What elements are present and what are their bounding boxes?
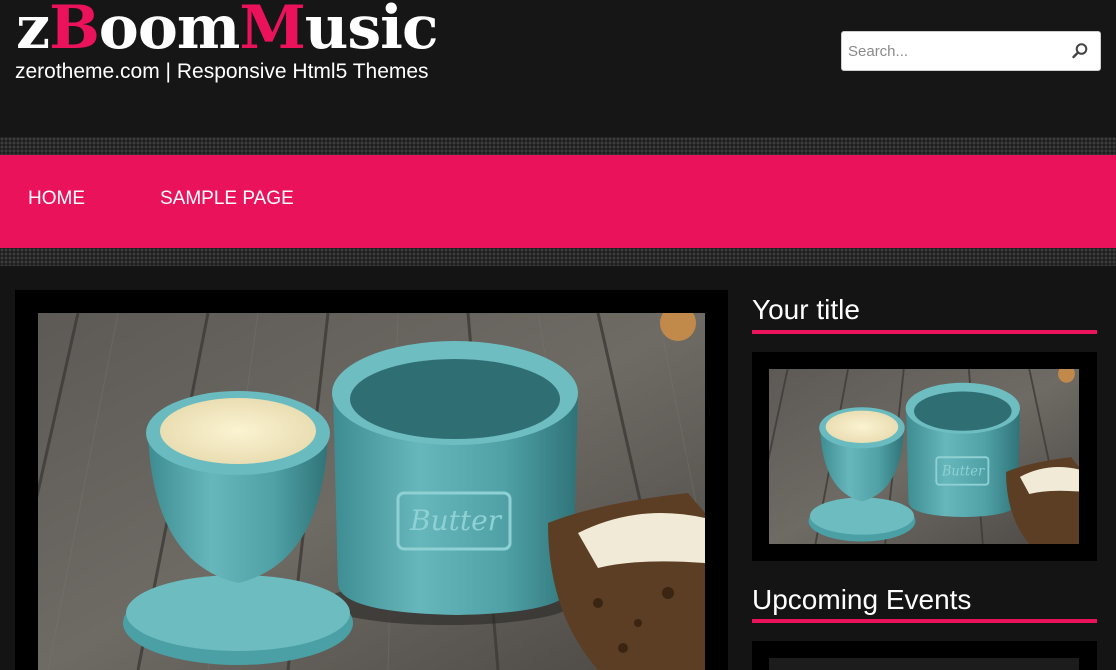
sidebar-events-title: Upcoming Events [752,584,972,615]
logo-letters-oom: oom [98,0,241,63]
sidebar-widget-title: Your title [752,294,860,325]
search-input[interactable] [842,32,1074,70]
search-box [841,31,1101,71]
sidebar-image[interactable]: Butter [769,369,1079,544]
logo-letter-m: M [239,0,305,63]
site-header: zBoomMusic zerotheme.com | Responsive Ht… [0,0,1116,137]
logo-letters-usic: usic [304,0,439,63]
search-icon[interactable] [1070,41,1090,61]
logo-letter-b: B [49,0,100,63]
sidebar-events-widget [752,641,1097,670]
sidebar-events-underline [752,619,1097,623]
featured-image[interactable]: Butter [38,313,705,670]
featured-post: Butter [15,290,728,670]
nav-texture-strip [0,248,1116,266]
logo-letter-z: z [16,0,50,63]
sidebar-title-underline [752,330,1097,334]
events-list-area [769,658,1079,670]
sidebar-image-graphic: Butter [769,369,1079,544]
sidebar-image-widget: Butter [752,352,1097,561]
svg-text:Butter: Butter [409,504,503,537]
nav-item-sample-page[interactable]: SAMPLE PAGE [160,186,294,212]
nav-item-home[interactable]: HOME [28,186,85,212]
site-tagline: zerotheme.com | Responsive Html5 Themes [15,60,429,83]
main-navigation: HOME SAMPLE PAGE [0,155,1116,248]
featured-image-graphic: Butter [38,313,705,670]
header-texture-strip [0,137,1116,155]
svg-text:Butter: Butter [941,464,986,479]
site-logo[interactable]: zBoomMusic [16,0,439,63]
